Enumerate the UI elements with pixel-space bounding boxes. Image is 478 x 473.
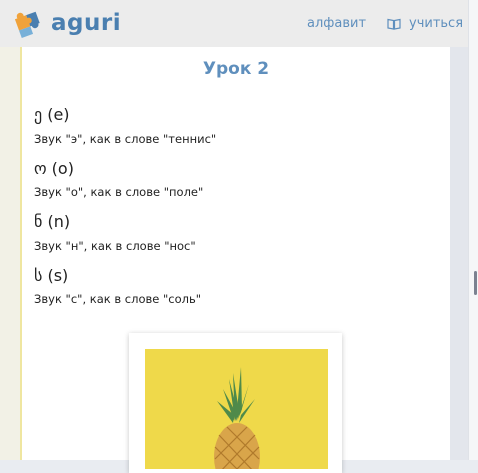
book-icon — [387, 18, 401, 30]
pineapple-illustration — [214, 367, 260, 469]
logo-text: aguri — [51, 10, 122, 36]
right-gutter — [450, 47, 468, 460]
left-side-panel — [0, 47, 20, 460]
letter-description-o: Звук "о", как в слове "поле" — [34, 185, 204, 199]
letter-description-e: Звук "э", как в слове "теннис" — [34, 132, 217, 146]
nav-alphabet-link[interactable]: алфавит — [307, 16, 366, 31]
puzzle-logo-icon — [14, 11, 40, 39]
scrollbar-thumb[interactable] — [474, 271, 477, 295]
letter-description-n: Звук "н", как в слове "нос" — [34, 239, 196, 253]
pineapple-photo — [145, 349, 328, 469]
lesson-title: Урок 2 — [202, 59, 270, 79]
nav-learn-label: учиться — [409, 16, 464, 31]
letter-item-o: ო (o) — [34, 159, 74, 178]
letter-description-s: Звук "с", как в слове "соль" — [34, 292, 202, 306]
letter-item-s: ს (s) — [34, 266, 69, 285]
site-logo[interactable]: aguri — [10, 4, 121, 42]
nav-learn-link[interactable]: учиться — [387, 16, 463, 31]
scrollbar-track[interactable] — [468, 0, 478, 460]
top-header: aguri алфавит учиться — [0, 0, 468, 48]
letter-item-e: ე (e) — [34, 105, 70, 124]
image-card — [129, 333, 342, 473]
letter-item-n: ნ (n) — [34, 212, 71, 231]
